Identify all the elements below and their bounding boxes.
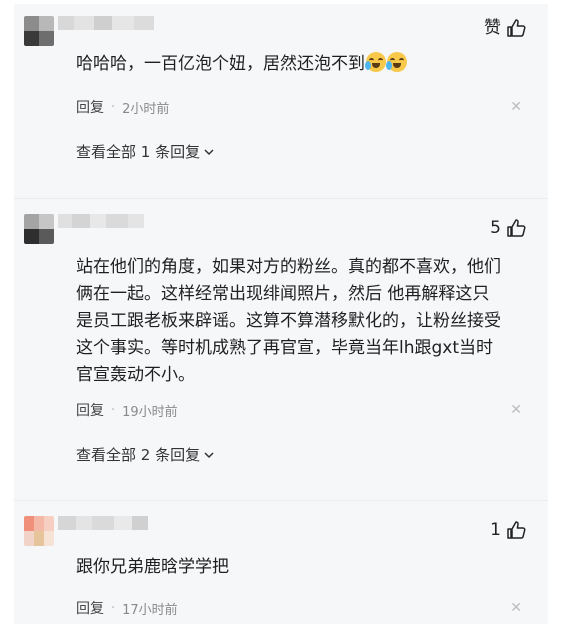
comment-text-main: 跟你兄弟鹿晗学学把 [76, 557, 229, 577]
close-icon[interactable]: ✕ [510, 402, 522, 418]
view-all-replies-button[interactable]: 查看全部 2 条回复 [76, 444, 215, 465]
expand-label: 查看全部 2 条回复 [76, 446, 201, 464]
comment-text-line: 站在他们的角度，如果对方的粉丝。真的都不喜欢，他们 [76, 257, 501, 277]
crying-laughing-icon [386, 52, 407, 72]
comment-meta: 回复 · 17小时前 [76, 598, 178, 618]
comment-text-line: 俩在一起。这样经常出现绯闻照片，然后 他再解释这只 [76, 284, 490, 304]
close-icon[interactable]: ✕ [510, 99, 522, 115]
thumbs-up-icon [506, 218, 526, 238]
view-all-replies-button[interactable]: 查看全部 1 条回复 [76, 141, 215, 162]
comment-text-line: 官宣轰动不小。 [76, 365, 195, 385]
divider [14, 198, 548, 199]
meta-separator: · [111, 402, 116, 418]
timestamp: 2小时前 [122, 101, 170, 117]
like-count: 5 [490, 218, 501, 238]
avatar[interactable] [24, 516, 54, 546]
like-button[interactable]: 1 [490, 519, 526, 541]
comments-panel: 赞 哈哈哈，一百亿泡个妞，居然还泡不到 回复 · 2小时前 ✕ 查看全部 1 条… [14, 4, 548, 624]
like-button[interactable]: 赞 [484, 17, 526, 39]
comment-meta: 回复 · 2小时前 [76, 97, 169, 117]
reply-button[interactable]: 回复 [76, 598, 104, 618]
comment-meta: 回复 · 19小时前 [76, 400, 178, 420]
comment-text: 哈哈哈，一百亿泡个妞，居然还泡不到 [76, 51, 536, 78]
timestamp: 17小时前 [122, 602, 178, 618]
like-button[interactable]: 5 [490, 217, 526, 239]
like-label: 赞 [484, 18, 501, 38]
reply-button[interactable]: 回复 [76, 97, 104, 117]
meta-separator: · [111, 99, 116, 115]
comment-text-line: 是员工跟老板来辟谣。这算不算潜移默化的，让粉丝接受 [76, 311, 501, 331]
comment-text: 站在他们的角度，如果对方的粉丝。真的都不喜欢，他们 俩在一起。这样经常出现绯闻照… [76, 254, 536, 389]
reply-button[interactable]: 回复 [76, 400, 104, 420]
avatar[interactable] [24, 16, 54, 46]
expand-label: 查看全部 1 条回复 [76, 143, 201, 161]
meta-separator: · [111, 600, 116, 616]
close-icon[interactable]: ✕ [510, 600, 522, 616]
timestamp: 19小时前 [122, 404, 178, 420]
comment-text-line: 这个事实。等时机成熟了再官宣，毕竟当年lh跟gxt当时 [76, 338, 494, 358]
thumbs-up-icon [506, 18, 526, 38]
crying-laughing-icon [365, 52, 386, 72]
like-count: 1 [490, 520, 501, 540]
comment-text-main: 哈哈哈，一百亿泡个妞，居然还泡不到 [76, 54, 365, 74]
chevron-down-icon [203, 449, 215, 461]
chevron-down-icon [203, 146, 215, 158]
comment-text: 跟你兄弟鹿晗学学把 [76, 554, 536, 581]
thumbs-up-icon [506, 520, 526, 540]
divider [14, 500, 548, 501]
avatar[interactable] [24, 214, 54, 244]
